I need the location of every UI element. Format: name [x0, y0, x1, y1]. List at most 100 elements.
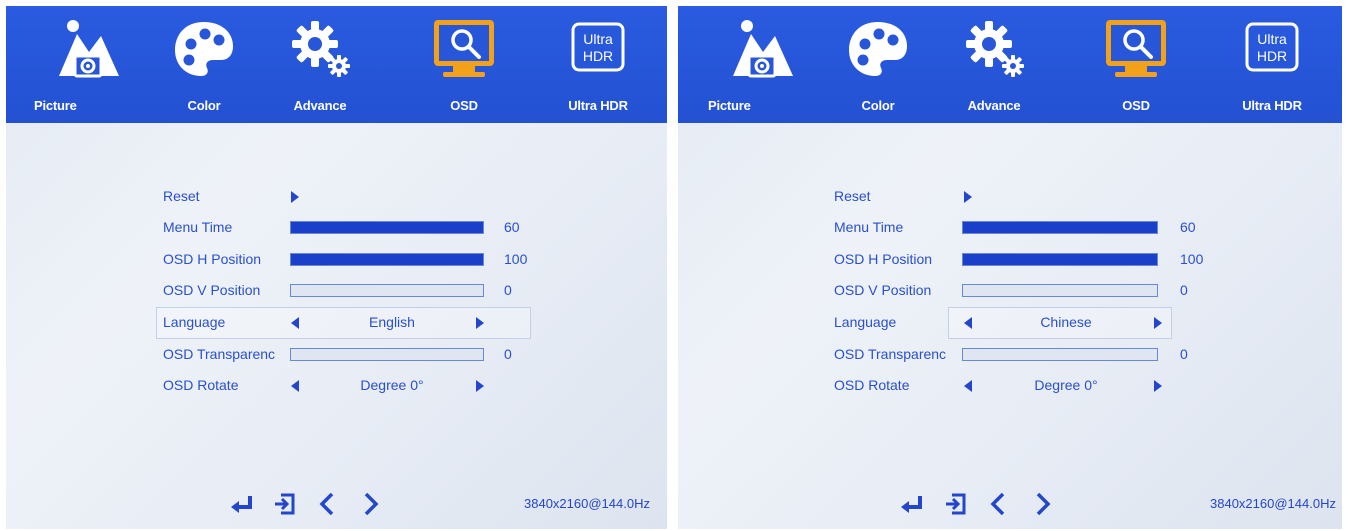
ultra-hdr-icon-text-1: Ultra [583, 31, 613, 47]
chevron-left-icon[interactable] [985, 490, 1013, 518]
osd-h-position-value: 100 [504, 251, 528, 267]
tab-osd-label: OSD [1122, 98, 1150, 113]
menu-time-label: Menu Time [834, 219, 904, 235]
menu-row-osd-transparency[interactable]: OSD Transparenc 0 [834, 341, 1214, 369]
menu-time-slider[interactable] [290, 221, 484, 234]
ultra-hdr-icon-text-2: HDR [1257, 48, 1287, 64]
osd-v-position-value: 0 [1180, 282, 1188, 298]
language-value: Chinese [1040, 314, 1092, 330]
menu-time-value: 60 [504, 219, 520, 235]
language-prev-icon[interactable] [964, 317, 972, 329]
tab-color[interactable]: Color [158, 16, 250, 116]
osd-transparency-value: 0 [1180, 346, 1188, 362]
tab-picture[interactable]: Picture [34, 16, 134, 116]
osd-transparency-slider[interactable] [962, 348, 1158, 361]
osd-rotate-value: Degree 0° [1034, 377, 1098, 393]
ultra-hdr-icon-text-1: Ultra [1257, 31, 1287, 47]
enter-icon[interactable] [898, 490, 926, 518]
menu-row-language[interactable]: Language Chinese [834, 309, 1214, 337]
menu-row-osd-v-position[interactable]: OSD V Position 0 [163, 277, 543, 305]
gear-icon [292, 21, 350, 77]
reset-label: Reset [163, 188, 200, 204]
tab-picture[interactable]: Picture [708, 16, 808, 116]
osd-transparency-label: OSD Transparenc [834, 346, 947, 362]
language-next-icon[interactable] [1154, 317, 1162, 329]
gear-icon [966, 21, 1024, 77]
osd-panel-left: Picture Color Advance OSD Ultra HDR Ultr… [6, 6, 667, 529]
tab-advance[interactable]: Advance [274, 16, 366, 116]
color-palette-icon [849, 22, 907, 76]
footer: 3840x2160@144.0Hz [6, 490, 667, 520]
tab-color[interactable]: Color [832, 16, 924, 116]
menu-row-menu-time[interactable]: Menu Time 60 [834, 214, 1214, 242]
osd-rotate-label: OSD Rotate [834, 377, 910, 393]
reset-label: Reset [834, 188, 871, 204]
ultra-hdr-icon: Ultra HDR [571, 22, 625, 72]
osd-monitor-icon [434, 20, 494, 77]
osd-transparency-value: 0 [504, 346, 512, 362]
tab-ultra-hdr-label: Ultra HDR [568, 98, 628, 113]
tab-color-label: Color [861, 98, 895, 113]
enter-icon[interactable] [228, 490, 256, 518]
osd-v-position-value: 0 [504, 282, 512, 298]
menu-row-osd-rotate[interactable]: OSD Rotate Degree 0° [163, 372, 543, 400]
tab-advance-label: Advance [293, 98, 347, 113]
menu-tab-bar: Picture Color Advance OSD Ultra HDR Ultr… [678, 6, 1342, 123]
picture-icon [59, 20, 119, 78]
ultra-hdr-icon-text-2: HDR [583, 48, 613, 64]
tab-advance[interactable]: Advance [948, 16, 1040, 116]
menu-row-menu-time[interactable]: Menu Time 60 [163, 214, 543, 242]
tab-ultra-hdr[interactable]: Ultra HDR Ultra HDR [1226, 16, 1318, 116]
picture-icon [733, 20, 793, 78]
exit-icon[interactable] [271, 490, 299, 518]
language-label: Language [834, 314, 897, 330]
language-label: Language [163, 314, 226, 330]
osd-rotate-value: Degree 0° [360, 377, 424, 393]
tab-advance-label: Advance [967, 98, 1021, 113]
language-prev-icon[interactable] [291, 317, 299, 329]
menu-time-slider[interactable] [962, 221, 1158, 234]
color-palette-icon [175, 22, 233, 76]
language-next-icon[interactable] [476, 317, 484, 329]
exit-icon[interactable] [942, 490, 970, 518]
menu-tab-bar: Picture Color Advance OSD Ultra HDR Ultr… [6, 6, 667, 123]
osd-monitor-icon [1106, 20, 1166, 77]
menu-row-osd-h-position[interactable]: OSD H Position 100 [834, 246, 1214, 274]
tab-osd-label: OSD [450, 98, 478, 113]
osd-h-position-label: OSD H Position [163, 251, 262, 267]
chevron-right-icon[interactable] [356, 490, 384, 518]
menu-row-osd-v-position[interactable]: OSD V Position 0 [834, 277, 1214, 305]
osd-rotate-next-icon[interactable] [476, 380, 484, 392]
menu-row-osd-transparency[interactable]: OSD Transparenc 0 [163, 341, 543, 369]
osd-h-position-label: OSD H Position [834, 251, 933, 267]
ultra-hdr-icon: Ultra HDR [1245, 22, 1299, 72]
tab-ultra-hdr-label: Ultra HDR [1242, 98, 1302, 113]
language-value: English [369, 314, 415, 330]
osd-panel-right: Picture Color Advance OSD Ultra HDR Ultr… [678, 6, 1342, 529]
reset-arrow-icon[interactable] [964, 191, 972, 203]
tab-osd[interactable]: OSD [1090, 16, 1182, 116]
osd-rotate-prev-icon[interactable] [964, 380, 972, 392]
osd-h-position-slider[interactable] [290, 253, 484, 266]
menu-time-value: 60 [1180, 219, 1196, 235]
osd-rotate-next-icon[interactable] [1154, 380, 1162, 392]
osd-v-position-slider[interactable] [962, 284, 1158, 297]
tab-picture-label: Picture [708, 98, 751, 113]
reset-arrow-icon[interactable] [291, 191, 299, 203]
tab-ultra-hdr[interactable]: Ultra HDR Ultra HDR [552, 16, 644, 116]
osd-v-position-slider[interactable] [290, 284, 484, 297]
chevron-right-icon[interactable] [1028, 490, 1056, 518]
osd-rotate-prev-icon[interactable] [291, 380, 299, 392]
menu-row-osd-h-position[interactable]: OSD H Position 100 [163, 246, 543, 274]
tab-picture-label: Picture [34, 98, 77, 113]
menu-row-language[interactable]: Language English [163, 309, 543, 337]
osd-h-position-slider[interactable] [962, 253, 1158, 266]
osd-v-position-label: OSD V Position [834, 282, 932, 298]
tab-osd[interactable]: OSD [418, 16, 510, 116]
menu-row-reset[interactable]: Reset [834, 183, 1214, 211]
osd-transparency-slider[interactable] [290, 348, 484, 361]
menu-row-osd-rotate[interactable]: OSD Rotate Degree 0° [834, 372, 1214, 400]
chevron-left-icon[interactable] [314, 490, 342, 518]
osd-rotate-label: OSD Rotate [163, 377, 239, 393]
menu-row-reset[interactable]: Reset [163, 183, 543, 211]
